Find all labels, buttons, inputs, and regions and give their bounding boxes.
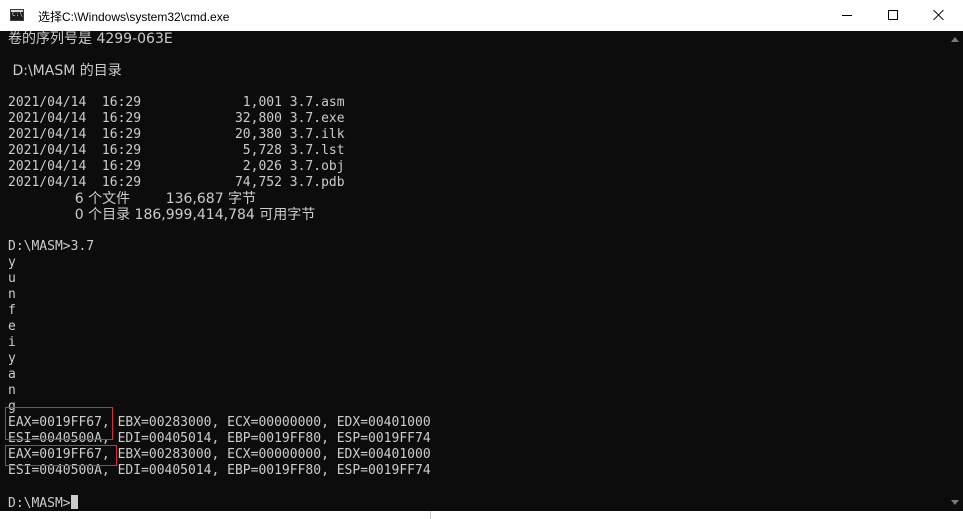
cmd-window: C:\ 选择C:\Windows\system32\cmd.exe 卷的序列号是…	[0, 0, 963, 519]
vertical-scrollbar[interactable]	[947, 31, 963, 511]
program-output-char: n	[8, 383, 16, 398]
background-strip	[0, 511, 963, 519]
final-prompt-text: D:\MASM>	[8, 496, 71, 511]
file-summary-line: 6 个文件 136,687 字节	[8, 191, 257, 207]
directory-header-line: D:\MASM 的目录	[8, 63, 122, 79]
maximize-icon	[888, 10, 898, 20]
program-output-char: i	[8, 335, 16, 350]
program-output-char: y	[8, 351, 16, 366]
file-listing-row: 2021/04/14 16:29 5,728 3.7.lst	[8, 143, 345, 158]
file-listing-row: 2021/04/14 16:29 20,380 3.7.ilk	[8, 127, 345, 142]
divider	[430, 511, 431, 519]
command-prompt-line: D:\MASM>3.7	[8, 239, 95, 254]
register-line: ESI=0040500A, EDI=00405014, EBP=0019FF80…	[8, 431, 431, 446]
program-output-char: n	[8, 287, 16, 302]
register-line: EAX=0019FF67, EBX=00283000, ECX=00000000…	[8, 415, 431, 430]
file-listing-row: 2021/04/14 16:29 32,800 3.7.exe	[8, 111, 345, 126]
console-output[interactable]: 卷的序列号是 4299-063E D:\MASM 的目录 2021/04/14 …	[0, 31, 947, 511]
file-listing-row: 2021/04/14 16:29 74,752 3.7.pdb	[8, 175, 345, 190]
file-listing-row: 2021/04/14 16:29 2,026 3.7.obj	[8, 159, 345, 174]
dir-summary-line: 0 个目录 186,999,414,784 可用字节	[8, 207, 316, 223]
close-icon	[933, 9, 945, 21]
title-bar[interactable]: C:\ 选择C:\Windows\system32\cmd.exe	[0, 0, 963, 31]
file-listing-row: 2021/04/14 16:29 1,001 3.7.asm	[8, 95, 345, 110]
program-output-char: e	[8, 319, 16, 334]
text-cursor	[70, 495, 78, 509]
program-output-char: u	[8, 271, 16, 286]
register-line: ESI=0040500A, EDI=00405014, EBP=0019FF80…	[8, 463, 431, 478]
final-prompt-line[interactable]: D:\MASM>	[8, 495, 78, 511]
program-output-char: a	[8, 367, 16, 382]
cmd-icon[interactable]: C:\	[10, 9, 24, 21]
volume-serial-line: 卷的序列号是 4299-063E	[8, 31, 173, 47]
close-button[interactable]	[916, 0, 962, 31]
scroll-down-icon[interactable]	[951, 500, 959, 505]
minimize-button[interactable]	[824, 0, 870, 31]
register-line: EAX=0019FF67, EBX=00283000, ECX=00000000…	[8, 447, 431, 462]
minimize-icon	[842, 15, 852, 16]
scroll-up-icon[interactable]	[951, 37, 959, 42]
program-output-char: g	[8, 399, 16, 414]
program-output-char: y	[8, 255, 16, 270]
maximize-button[interactable]	[870, 0, 916, 31]
program-output-char: f	[8, 303, 16, 318]
window-title: 选择C:\Windows\system32\cmd.exe	[38, 10, 230, 24]
